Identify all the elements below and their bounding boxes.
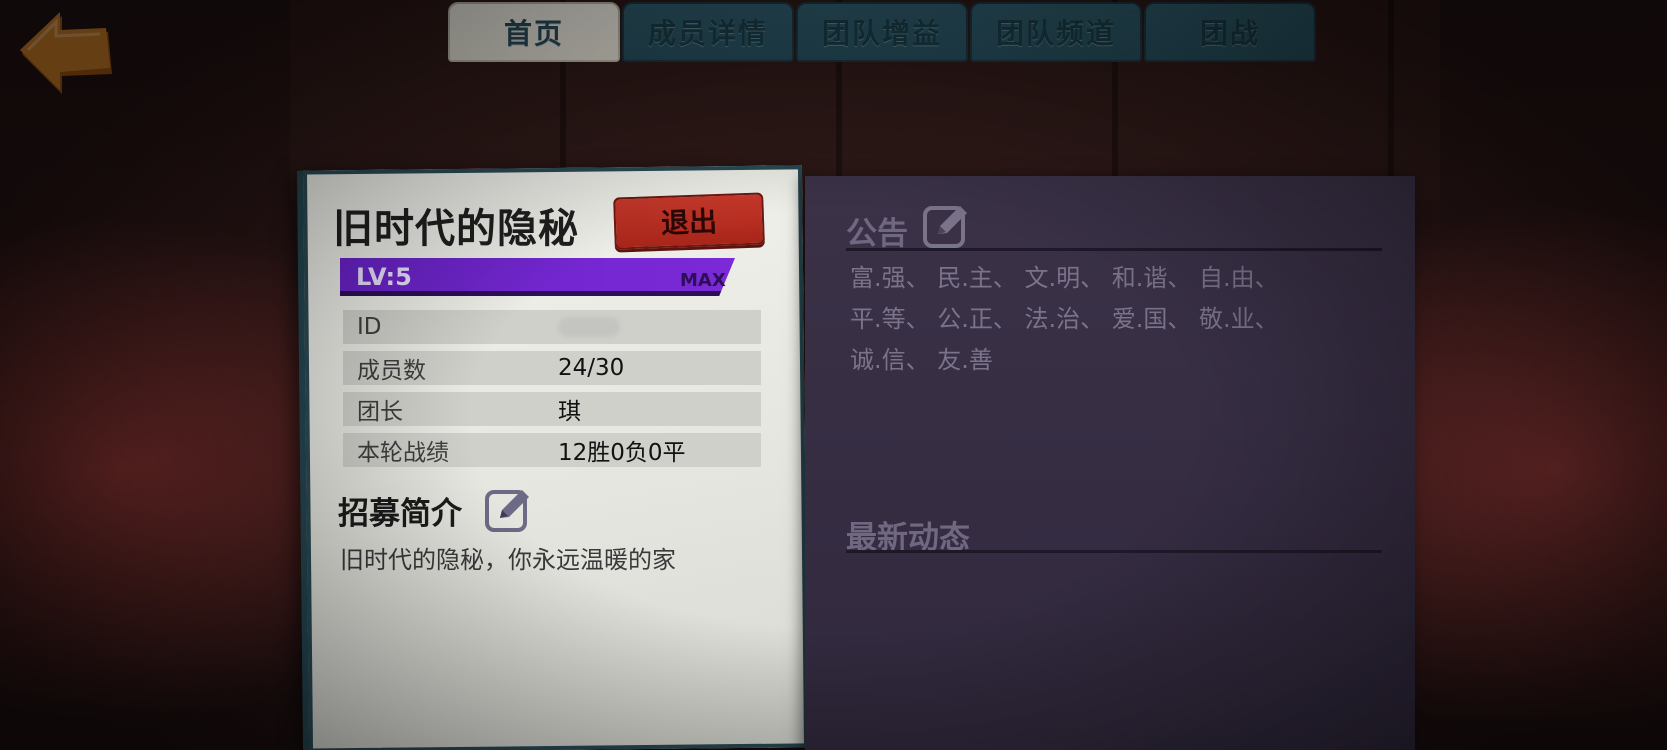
notice-line-2: 平.等、 公.正、 法.治、 爱.国、 敬.业、 (850, 305, 1279, 333)
notice-line-3: 诚.信、 友.善 (850, 346, 993, 374)
tab-member-details[interactable]: 成员详情 (622, 2, 794, 62)
edit-pencil-icon (485, 490, 529, 532)
tab-home[interactable]: 首页 (448, 2, 620, 62)
info-row-record: 本轮战绩 12胜0负0平 (343, 433, 761, 467)
notice-line-1: 富.强、 民.主、 文.明、 和.谐、 自.由、 (850, 264, 1279, 292)
max-level-tag: MAX (680, 270, 726, 291)
info-id-label: ID (357, 314, 382, 340)
guild-name: 旧时代的隐秘 (333, 206, 579, 252)
recruit-edit-button[interactable] (484, 484, 534, 538)
level-label: LV:5 (356, 263, 412, 291)
back-button[interactable] (16, 10, 116, 98)
top-tab-bar: 首页 成员详情 团队增益 团队频道 团战 (448, 2, 1316, 62)
info-row-members: 成员数 24/30 (343, 351, 761, 385)
notice-title: 公告 (846, 216, 908, 252)
tab-team-channel-label: 团队频道 (995, 17, 1116, 50)
notice-edit-button[interactable] (922, 200, 972, 254)
info-leader-label: 团长 (357, 399, 403, 425)
news-divider (846, 550, 1382, 553)
tab-team-channel[interactable]: 团队频道 (970, 2, 1142, 62)
recruit-title: 招募简介 (338, 496, 462, 532)
tab-team-buffs[interactable]: 团队增益 (796, 2, 968, 62)
tab-team-battle[interactable]: 团战 (1144, 2, 1316, 62)
back-arrow-icon (20, 12, 112, 94)
edit-pencil-icon (923, 206, 967, 248)
info-record-label: 本轮战绩 (357, 440, 449, 466)
tab-member-details-label: 成员详情 (647, 17, 768, 50)
id-value-hidden (558, 317, 620, 337)
info-record-value: 12胜0负0平 (558, 440, 686, 466)
info-leader-value: 琪 (558, 399, 581, 425)
notice-content: 富.强、 民.主、 文.明、 和.谐、 自.由、 平.等、 公.正、 法.治、 … (850, 258, 1360, 381)
tab-team-battle-label: 团战 (1199, 17, 1260, 50)
info-members-label: 成员数 (357, 358, 426, 384)
info-members-value: 24/30 (558, 355, 625, 381)
quit-button[interactable]: 退出 (613, 192, 765, 250)
info-row-id: ID (343, 310, 761, 344)
guild-info-table: ID 成员数 24/30 团长 琪 本轮战绩 12胜0负0平 (343, 310, 761, 474)
tab-home-label: 首页 (503, 17, 564, 50)
recruit-description: 旧时代的隐秘，你永远温暖的家 (340, 546, 676, 574)
info-row-leader: 团长 琪 (343, 392, 761, 426)
tab-team-buffs-label: 团队增益 (821, 17, 942, 50)
notice-divider (846, 248, 1382, 251)
